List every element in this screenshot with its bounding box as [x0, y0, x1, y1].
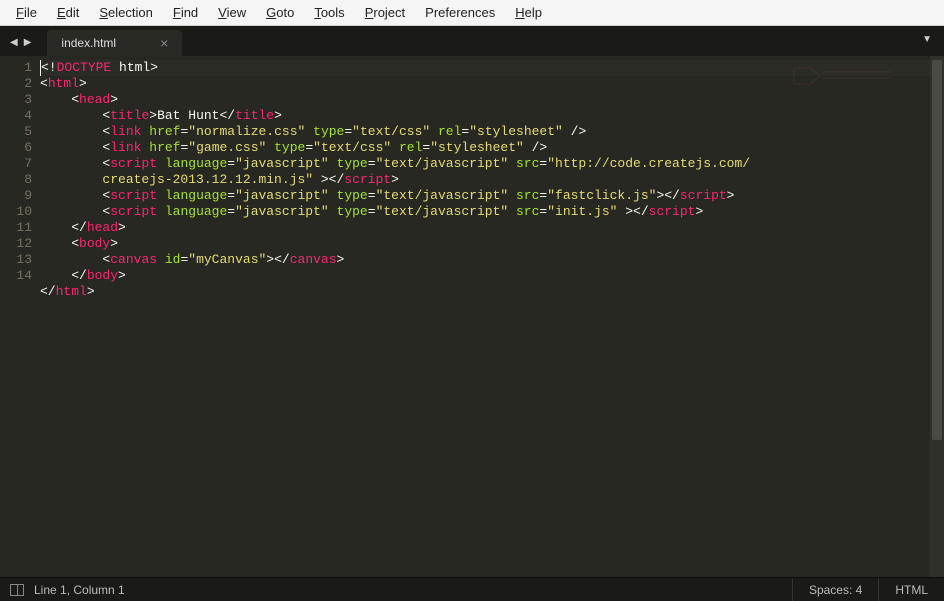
code-line: <!DOCTYPE html> — [40, 60, 930, 76]
code-line: <html> — [40, 76, 930, 92]
code-line: </body> — [40, 268, 930, 284]
menu-selection[interactable]: Selection — [91, 3, 160, 22]
menubar: File Edit Selection Find View Goto Tools… — [0, 0, 944, 26]
line-number: 9 — [4, 188, 32, 204]
line-number: 1 — [4, 60, 32, 76]
gutter: 1 2 3 4 5 6 7 8 9 10 11 12 13 14 — [0, 56, 40, 577]
indentation-setting[interactable]: Spaces: 4 — [792, 578, 878, 601]
line-number: 13 — [4, 252, 32, 268]
tab-filename: index.html — [61, 36, 116, 50]
tab-bar: ◀ ▶ index.html × ▼ — [0, 26, 944, 56]
menu-edit[interactable]: Edit — [49, 3, 87, 22]
tab-active[interactable]: index.html × — [47, 30, 182, 56]
menu-view[interactable]: View — [210, 3, 254, 22]
line-number: 10 — [4, 204, 32, 220]
line-number: 12 — [4, 236, 32, 252]
line-number: 7 — [4, 156, 32, 172]
line-number: 14 — [4, 268, 32, 284]
menu-preferences[interactable]: Preferences — [417, 3, 503, 22]
line-number: 5 — [4, 124, 32, 140]
nav-forward-icon[interactable]: ▶ — [22, 35, 34, 50]
menu-project[interactable]: Project — [357, 3, 413, 22]
syntax-setting[interactable]: HTML — [878, 578, 944, 601]
menu-goto[interactable]: Goto — [258, 3, 302, 22]
line-number: 4 — [4, 108, 32, 124]
code-line: </html> — [40, 284, 930, 300]
code-line: <link href="normalize.css" type="text/cs… — [40, 124, 930, 140]
overflow-menu-icon[interactable]: ▼ — [922, 34, 932, 45]
code-line: <link href="game.css" type="text/css" re… — [40, 140, 930, 156]
code-line: <head> — [40, 92, 930, 108]
code-area[interactable]: <!DOCTYPE html> <html> <head> <title>Bat… — [40, 56, 930, 577]
code-line: <body> — [40, 236, 930, 252]
editor[interactable]: 1 2 3 4 5 6 7 8 9 10 11 12 13 14 <!DOCTY… — [0, 56, 944, 577]
line-number: 11 — [4, 220, 32, 236]
nav-back-icon[interactable]: ◀ — [8, 35, 20, 50]
code-line: <script language="javascript" type="text… — [40, 204, 930, 220]
menu-find[interactable]: Find — [165, 3, 206, 22]
line-number: 2 — [4, 76, 32, 92]
menu-tools[interactable]: Tools — [306, 3, 352, 22]
line-number: 8 — [4, 172, 32, 188]
menu-help[interactable]: Help — [507, 3, 550, 22]
line-number: 3 — [4, 92, 32, 108]
tab-close-icon[interactable]: × — [160, 35, 168, 51]
code-line: <script language="javascript" type="text… — [40, 156, 930, 172]
line-number: 6 — [4, 140, 32, 156]
menu-file[interactable]: File — [8, 3, 45, 22]
panel-switch-icon[interactable] — [10, 584, 24, 596]
cursor-position[interactable]: Line 1, Column 1 — [34, 583, 125, 597]
code-line: <script language="javascript" type="text… — [40, 188, 930, 204]
code-line: <title>Bat Hunt</title> — [40, 108, 930, 124]
scroll-thumb[interactable] — [932, 60, 942, 440]
code-line: createjs-2013.12.12.min.js" ></script> — [40, 172, 930, 188]
code-line: </head> — [40, 220, 930, 236]
statusbar: Line 1, Column 1 Spaces: 4 HTML — [0, 577, 944, 601]
code-line: <canvas id="myCanvas"></canvas> — [40, 252, 930, 268]
vertical-scrollbar[interactable] — [930, 56, 944, 577]
